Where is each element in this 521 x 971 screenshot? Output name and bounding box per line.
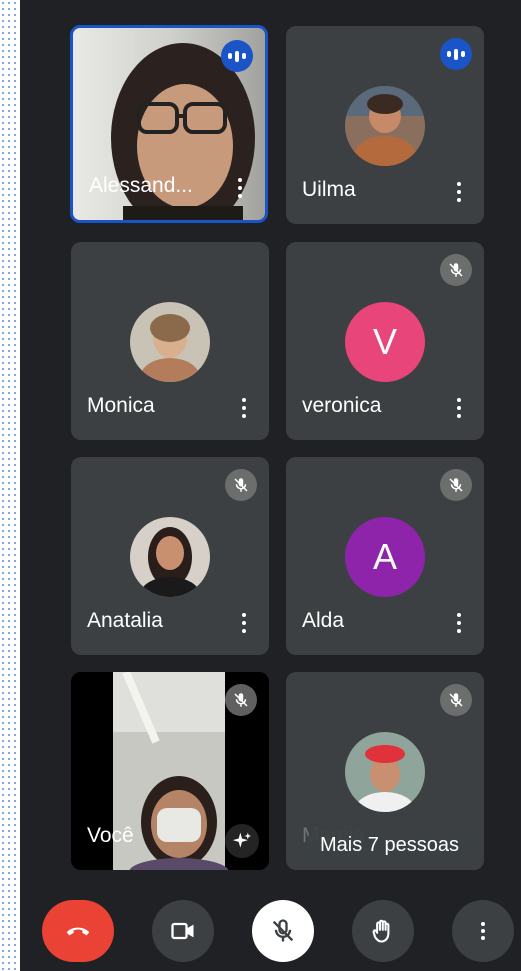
more-options-icon[interactable] bbox=[237, 178, 243, 200]
more-options-button[interactable] bbox=[452, 900, 514, 962]
participant-tile-3[interactable]: Monica bbox=[71, 242, 269, 440]
participant-tile-5[interactable]: Anatalia bbox=[71, 457, 269, 655]
mic-off-icon bbox=[440, 469, 472, 501]
speaking-indicator-icon bbox=[221, 40, 253, 72]
more-options-icon[interactable] bbox=[241, 613, 247, 635]
left-dotted-border bbox=[0, 0, 20, 971]
participant-name: Você bbox=[87, 824, 134, 847]
phone-hangup-icon bbox=[66, 927, 90, 936]
participant-initial-avatar: V bbox=[345, 302, 425, 382]
participant-name: Alda bbox=[302, 609, 345, 632]
participant-name: Uilma bbox=[302, 178, 356, 201]
more-options-icon[interactable] bbox=[456, 398, 462, 420]
participant-avatar bbox=[345, 732, 425, 812]
participant-avatar bbox=[130, 517, 210, 597]
participant-tile-1[interactable]: Alessand... bbox=[70, 25, 268, 223]
mic-off-icon bbox=[440, 684, 472, 716]
more-vertical-icon bbox=[481, 922, 485, 940]
participant-tile-6[interactable]: A Alda bbox=[286, 457, 484, 655]
participant-tile-2[interactable]: Uilma bbox=[286, 26, 484, 224]
hand-icon bbox=[372, 919, 390, 943]
more-people-button[interactable]: Mais 7 pessoas bbox=[306, 825, 473, 865]
meeting-screen: Alessand... Uilma Monica V veronica Anat… bbox=[20, 0, 521, 971]
participant-name: Anatalia bbox=[87, 609, 163, 632]
participant-name: veronica bbox=[302, 394, 382, 417]
more-options-icon[interactable] bbox=[456, 182, 462, 204]
mic-off-icon bbox=[440, 254, 472, 286]
participant-avatar bbox=[345, 86, 425, 166]
call-controls bbox=[20, 900, 521, 971]
self-video-tile[interactable]: Você bbox=[71, 672, 269, 870]
mic-off-icon bbox=[225, 684, 257, 716]
speaking-indicator-icon bbox=[440, 38, 472, 70]
participant-name: Alessand... bbox=[89, 174, 193, 197]
camera-button[interactable] bbox=[152, 900, 214, 962]
more-options-icon[interactable] bbox=[456, 613, 462, 635]
video-camera-icon bbox=[171, 922, 194, 940]
end-call-button[interactable] bbox=[42, 900, 114, 962]
effects-sparkle-icon[interactable] bbox=[225, 824, 259, 858]
mic-off-icon bbox=[272, 919, 294, 942]
more-options-icon[interactable] bbox=[241, 398, 247, 420]
participant-avatar bbox=[130, 302, 210, 382]
participant-tile-4[interactable]: V veronica bbox=[286, 242, 484, 440]
microphone-button[interactable] bbox=[252, 900, 314, 962]
mic-off-icon bbox=[225, 469, 257, 501]
participant-initial-avatar: A bbox=[345, 517, 425, 597]
raise-hand-button[interactable] bbox=[352, 900, 414, 962]
participant-name: Monica bbox=[87, 394, 155, 417]
